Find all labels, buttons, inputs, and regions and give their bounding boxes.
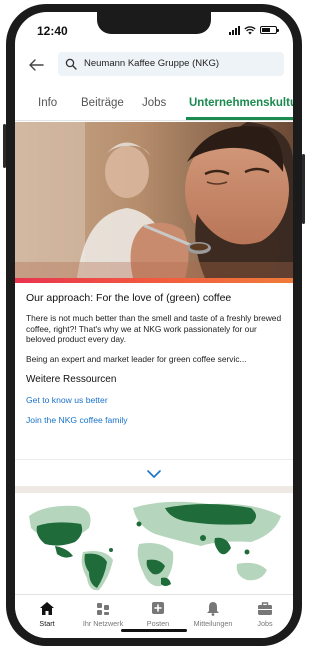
world-map-image <box>15 494 293 594</box>
search-query: Neumann Kaffee Gruppe (NKG) <box>84 58 220 69</box>
bottom-navigation: Start Ihr Netzwerk Posten Mitteilungen J… <box>15 594 293 638</box>
chevron-down-icon <box>147 470 161 478</box>
tab-info[interactable]: Info <box>38 97 57 109</box>
nav-post-label: Posten <box>146 619 170 628</box>
description-truncated: Being an expert and market leader for gr… <box>26 353 247 364</box>
search-row: Neumann Kaffee Gruppe (NKG) <box>15 50 293 80</box>
nav-start-label: Start <box>39 619 55 628</box>
nav-post[interactable]: Posten <box>132 601 184 628</box>
hero-photo <box>15 122 293 278</box>
status-bar: 12:40 <box>15 12 293 44</box>
battery-icon <box>260 26 279 34</box>
nav-jobs[interactable]: Jobs <box>239 601 291 628</box>
tab-beitraege[interactable]: Beiträge <box>81 97 124 109</box>
post-icon <box>152 602 164 614</box>
signal-icon <box>229 25 240 35</box>
link-get-to-know-us[interactable]: Get to know us better <box>26 395 288 405</box>
status-time: 12:40 <box>37 24 68 38</box>
home-icon <box>40 602 54 615</box>
section-title: Our approach: For the love of (green) co… <box>26 292 232 304</box>
tab-unternehmenskultur[interactable]: Unternehmenskultur <box>189 97 293 109</box>
phone-frame: 12:40 Neumann Kaffee Gruppe (NKG) Info B… <box>3 4 305 646</box>
nav-jobs-label: Jobs <box>257 619 273 628</box>
description-paragraph: There is not much better than the smell … <box>26 313 282 344</box>
back-arrow-icon[interactable] <box>27 56 45 74</box>
search-icon <box>65 58 77 70</box>
network-icon <box>97 603 109 615</box>
link-join-nkg-family[interactable]: Join the NKG coffee family <box>26 415 288 425</box>
search-input[interactable]: Neumann Kaffee Gruppe (NKG) <box>58 52 284 76</box>
company-tabs: Info Beiträge Jobs Unternehmenskultur <box>15 86 293 121</box>
nav-start[interactable]: Start <box>21 601 73 628</box>
briefcase-icon <box>258 602 272 615</box>
status-icons <box>229 25 279 35</box>
home-indicator <box>121 629 187 632</box>
notch <box>97 12 211 34</box>
app-screen: 12:40 Neumann Kaffee Gruppe (NKG) Info B… <box>15 12 293 638</box>
accent-stripe <box>15 278 293 283</box>
nav-notifications-label: Mitteilungen <box>193 619 233 628</box>
section-divider <box>15 486 293 493</box>
nav-network-label: Ihr Netzwerk <box>82 619 124 628</box>
expand-section-button[interactable] <box>15 459 293 488</box>
tab-jobs[interactable]: Jobs <box>142 97 166 109</box>
active-tab-indicator <box>186 117 293 120</box>
nav-network[interactable]: Ihr Netzwerk <box>77 601 129 628</box>
bell-icon <box>207 602 219 616</box>
wifi-icon <box>244 25 256 34</box>
nav-notifications[interactable]: Mitteilungen <box>187 601 239 628</box>
resources-heading: Weitere Ressourcen <box>26 374 117 385</box>
culture-content: Our approach: For the love of (green) co… <box>26 292 288 435</box>
